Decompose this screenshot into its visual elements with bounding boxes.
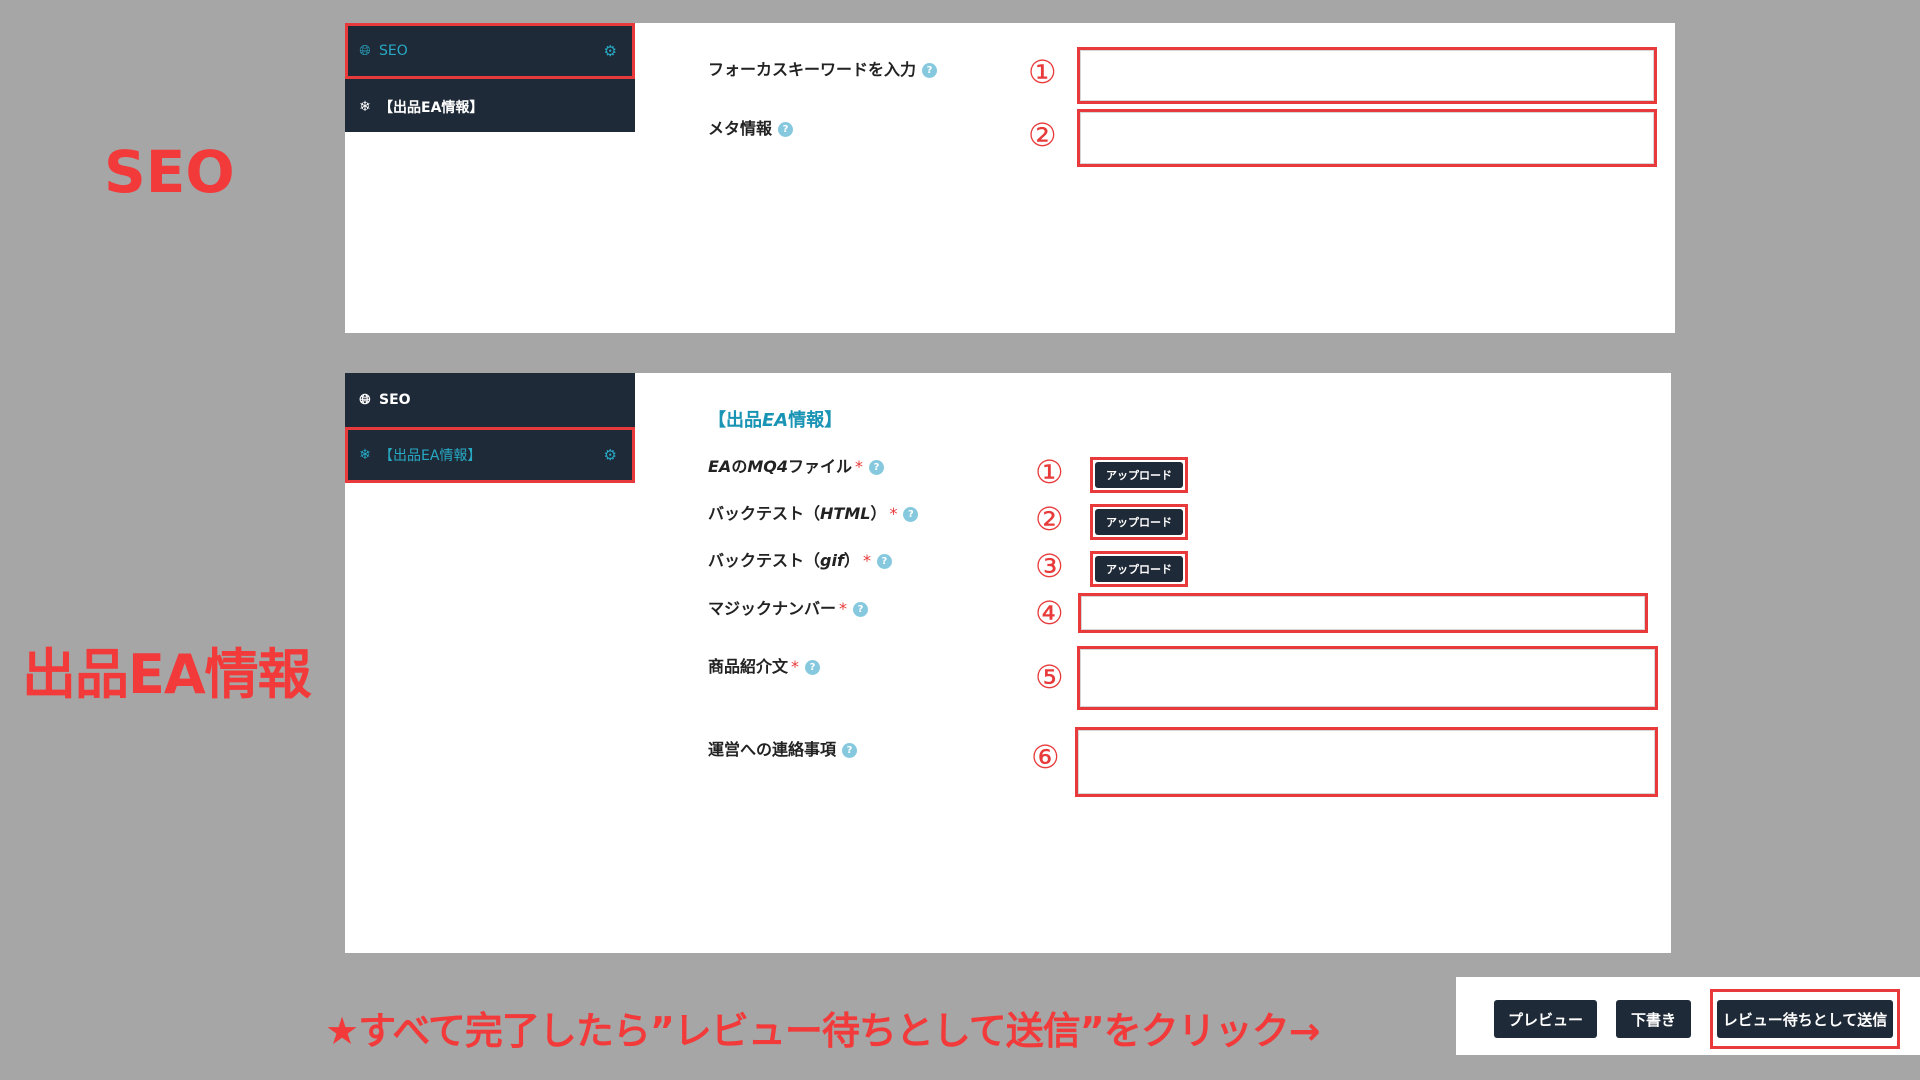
- mq4-upload-button[interactable]: アップロード: [1095, 462, 1183, 488]
- sidebar-item-label: SEO: [379, 43, 408, 59]
- magic-number-field-wrapper: [1078, 593, 1648, 633]
- submit-for-review-button[interactable]: レビュー待ちとして送信: [1717, 1000, 1893, 1038]
- preview-button[interactable]: プレビュー: [1494, 1000, 1597, 1038]
- meta-info-label: メタ情報?: [708, 115, 794, 139]
- gear-icon: ⚙: [603, 42, 617, 60]
- step-number: ①: [1028, 53, 1057, 91]
- info-icon[interactable]: ?: [903, 507, 919, 522]
- upload-wrapper: アップロード: [1090, 457, 1188, 493]
- info-icon[interactable]: ?: [922, 63, 938, 78]
- draft-button[interactable]: 下書き: [1616, 1000, 1691, 1038]
- upload-wrapper: アップロード: [1090, 504, 1188, 540]
- product-description-label: 商品紹介文 *?: [708, 653, 821, 677]
- step-number: ③: [1035, 547, 1064, 585]
- mq4-file-label: EAのMQ4ファイル *?: [708, 453, 884, 477]
- sidebar: 🌐︎ SEO ❄ 【出品EA情報】 ⚙: [345, 373, 635, 483]
- info-icon[interactable]: ?: [853, 602, 869, 617]
- backtest-html-label: バックテスト（HTML） *?: [708, 500, 919, 524]
- submit-button-wrapper: レビュー待ちとして送信: [1710, 989, 1900, 1049]
- step-number: ④: [1035, 594, 1064, 632]
- backtest-gif-label: バックテスト（gif） *?: [708, 547, 892, 571]
- seo-panel: 🌐︎ SEO ⚙ ❄ 【出品EA情報】 フォーカスキーワードを入力? ① メタ情…: [345, 23, 1675, 333]
- globe-icon: 🌐︎: [359, 392, 371, 408]
- notes-to-admin-field-wrapper: [1075, 727, 1658, 797]
- sidebar: 🌐︎ SEO ⚙ ❄ 【出品EA情報】: [345, 23, 635, 132]
- product-description-field-wrapper: [1077, 646, 1658, 710]
- upload-wrapper: アップロード: [1090, 551, 1188, 587]
- focus-keyword-input[interactable]: [1080, 50, 1654, 101]
- sidebar-item-ea-info[interactable]: ❄ 【出品EA情報】: [345, 79, 635, 135]
- step-number: ①: [1035, 453, 1064, 491]
- focus-keyword-field-wrapper: [1077, 47, 1657, 104]
- submit-instruction-text: ★すべて完了したら”レビュー待ちとして送信”をクリック→: [325, 1009, 1321, 1053]
- meta-info-field-wrapper: [1077, 109, 1657, 167]
- notes-to-admin-textarea[interactable]: [1078, 730, 1655, 794]
- action-bar: プレビュー 下書き レビュー待ちとして送信: [1456, 977, 1920, 1055]
- step-number: ⑤: [1035, 658, 1064, 696]
- magic-number-input[interactable]: [1081, 596, 1645, 630]
- globe-icon: 🌐︎: [359, 43, 371, 59]
- sidebar-item-seo[interactable]: 🌐︎ SEO ⚙: [345, 23, 635, 79]
- sidebar-item-label: SEO: [379, 392, 411, 408]
- step-number: ②: [1035, 500, 1064, 538]
- info-icon[interactable]: ?: [805, 660, 821, 675]
- sidebar-item-label: 【出品EA情報】: [379, 448, 482, 464]
- snowflake-icon: ❄: [359, 99, 371, 115]
- product-description-textarea[interactable]: [1080, 649, 1655, 707]
- meta-info-textarea[interactable]: [1080, 112, 1654, 164]
- seo-annotation-label: SEO: [104, 138, 235, 206]
- step-number: ⑥: [1031, 738, 1060, 776]
- ea-info-annotation-label: 出品EA情報: [22, 643, 312, 706]
- magic-number-label: マジックナンバー *?: [708, 595, 869, 619]
- sidebar-item-ea-info[interactable]: ❄ 【出品EA情報】 ⚙: [345, 427, 635, 483]
- backtest-gif-upload-button[interactable]: アップロード: [1095, 556, 1183, 582]
- ea-info-panel: 🌐︎ SEO ❄ 【出品EA情報】 ⚙ 【出品EA情報】 EAのMQ4ファイル *…: [345, 373, 1671, 953]
- info-icon[interactable]: ?: [876, 554, 892, 569]
- focus-keyword-label: フォーカスキーワードを入力?: [708, 56, 938, 80]
- backtest-html-upload-button[interactable]: アップロード: [1095, 509, 1183, 535]
- notes-to-admin-label: 運営への連絡事項?: [708, 736, 858, 760]
- info-icon[interactable]: ?: [869, 460, 884, 475]
- sidebar-item-seo[interactable]: 🌐︎ SEO: [345, 373, 635, 427]
- gear-icon: ⚙: [603, 446, 617, 464]
- sidebar-item-label: 【出品EA情報】: [379, 100, 484, 116]
- step-number: ②: [1028, 116, 1057, 154]
- info-icon[interactable]: ?: [778, 122, 794, 137]
- section-title: 【出品EA情報】: [708, 410, 843, 431]
- info-icon[interactable]: ?: [842, 743, 858, 758]
- snowflake-icon: ❄: [359, 447, 371, 463]
